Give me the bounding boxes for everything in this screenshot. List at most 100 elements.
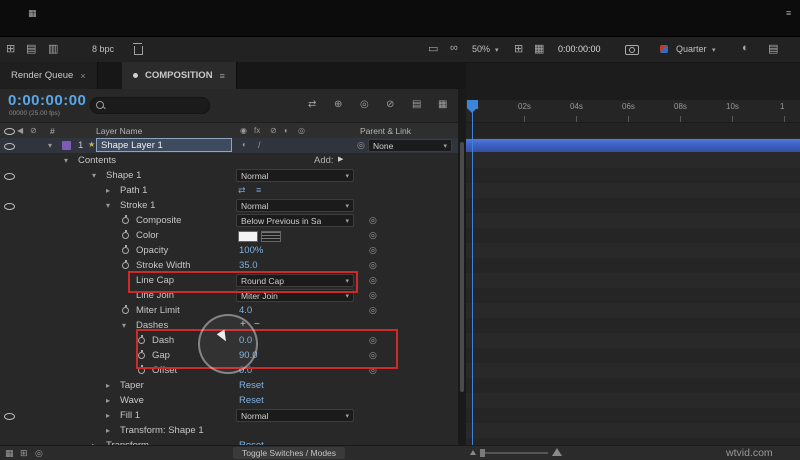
magnification-dropdown[interactable]: 50% xyxy=(472,44,490,54)
parent-link-column-header[interactable]: Parent & Link xyxy=(360,126,411,136)
layer-name-column-header[interactable]: Layer Name xyxy=(96,126,142,136)
color-swatch[interactable] xyxy=(238,231,258,242)
pickwhip-icon[interactable]: ◎ xyxy=(369,230,377,241)
exposure-icon[interactable]: ▤ xyxy=(768,42,778,55)
playhead-handle[interactable] xyxy=(467,100,478,108)
project-panel-icon[interactable]: ⊞ xyxy=(6,42,15,55)
quality-switch-icon[interactable]: / xyxy=(258,140,261,150)
composite-dropdown[interactable]: Below Previous in Sa ▾ xyxy=(236,214,354,227)
tab-render-queue[interactable]: Render Queue × xyxy=(0,62,98,89)
flowchart-icon[interactable]: ▤ xyxy=(26,42,36,55)
monitor-icon[interactable]: ▭ xyxy=(428,42,438,55)
reset-link[interactable]: Reset xyxy=(239,395,264,406)
pickwhip-icon[interactable]: ◎ xyxy=(369,215,377,226)
stereo-glasses-icon[interactable]: ∞ xyxy=(450,42,458,54)
zoom-out-icon[interactable] xyxy=(470,450,476,455)
stopwatch-icon[interactable] xyxy=(122,305,129,314)
eye-icon[interactable] xyxy=(4,173,15,180)
path-merge-icon[interactable]: ≡ xyxy=(256,185,261,195)
scrub-value[interactable]: 35.0 xyxy=(239,260,258,271)
composition-marker-icon[interactable]: ▦ xyxy=(5,448,14,459)
prop-label[interactable]: Wave xyxy=(120,395,144,406)
grid-guides-icon[interactable]: ⊞ xyxy=(514,42,523,55)
zoom-slider-handle[interactable] xyxy=(480,449,485,457)
blend-mode-dropdown[interactable]: Normal ▾ xyxy=(236,199,354,212)
twirl-right-icon[interactable]: ▸ xyxy=(106,411,110,420)
pickwhip-icon[interactable]: ◎ xyxy=(357,140,365,151)
prop-label[interactable]: Fill 1 xyxy=(120,410,140,421)
eye-icon[interactable] xyxy=(4,203,15,210)
stopwatch-icon[interactable] xyxy=(122,260,129,269)
transparency-grid-icon[interactable]: ◐ xyxy=(742,42,749,54)
twirl-down-icon[interactable]: ▾ xyxy=(106,201,110,210)
twirl-down-icon[interactable]: ▾ xyxy=(48,141,52,150)
scrub-value[interactable]: 4.0 xyxy=(239,305,252,316)
stopwatch-icon[interactable] xyxy=(122,215,129,224)
tab-composition[interactable]: COMPOSITION ≡ xyxy=(122,62,237,89)
snapshot-camera-icon[interactable] xyxy=(625,45,639,55)
prop-label[interactable]: Transform: Shape 1 xyxy=(120,425,204,436)
close-icon[interactable]: × xyxy=(80,71,85,81)
twirl-down-icon[interactable]: ▾ xyxy=(122,321,126,330)
prop-label[interactable]: Miter Limit xyxy=(136,305,180,316)
search-input[interactable] xyxy=(90,97,210,114)
layer-name-box[interactable]: Shape Layer 1 xyxy=(96,138,232,152)
prop-label[interactable]: Shape 1 xyxy=(106,170,141,181)
resolution-dropdown[interactable]: Quarter xyxy=(676,44,707,54)
prop-label[interactable]: Contents xyxy=(78,155,116,166)
scrub-value[interactable]: 100% xyxy=(239,245,263,256)
collapse-transform-icon[interactable]: ◐ xyxy=(242,140,247,149)
time-ruler[interactable]: 0s 02s 04s 06s 08s 10s 1 xyxy=(466,100,800,123)
zoom-in-icon[interactable] xyxy=(552,448,562,456)
delete-icon[interactable] xyxy=(133,43,143,55)
twirl-right-icon[interactable]: ▸ xyxy=(106,381,110,390)
stopwatch-icon[interactable] xyxy=(122,245,129,254)
current-time-display[interactable]: 0:00:00:00 xyxy=(8,92,86,109)
draft-3d-icon[interactable]: ⊕ xyxy=(334,99,342,110)
toggle-switches-modes-button[interactable]: Toggle Switches / Modes xyxy=(233,447,346,459)
motion-blur-icon[interactable]: ▤ xyxy=(412,99,421,110)
prop-label[interactable]: Color xyxy=(136,230,159,241)
pickwhip-icon[interactable]: ◎ xyxy=(369,305,377,316)
twirl-right-icon[interactable]: ▸ xyxy=(106,396,110,405)
twirl-right-icon[interactable]: ▸ xyxy=(106,186,110,195)
prop-label[interactable]: Opacity xyxy=(136,245,168,256)
toolbar-timecode[interactable]: 0:00:00:00 xyxy=(558,44,601,54)
bit-depth-label[interactable]: 8 bpc xyxy=(92,44,114,54)
render-settings-icon[interactable]: ◎ xyxy=(35,448,43,459)
twirl-down-icon[interactable]: ▾ xyxy=(92,171,96,180)
prop-label[interactable]: Composite xyxy=(136,215,181,226)
blend-mode-dropdown[interactable]: Normal ▾ xyxy=(236,169,354,182)
prop-label[interactable]: Stroke 1 xyxy=(120,200,155,211)
prop-label[interactable]: Taper xyxy=(120,380,144,391)
timeline-zoom-slider[interactable] xyxy=(482,452,548,454)
layer-duration-bar[interactable] xyxy=(466,139,800,152)
window-options-icon[interactable]: ≡ xyxy=(786,8,791,18)
fast-preview-icon[interactable] xyxy=(660,45,668,53)
vertical-scrollbar[interactable] xyxy=(460,142,464,392)
interpret-footage-icon[interactable]: ▥ xyxy=(48,42,58,55)
parent-dropdown[interactable]: None ▾ xyxy=(368,139,452,152)
frame-blend-icon[interactable]: ⊘ xyxy=(386,99,394,110)
expand-icon[interactable]: ⊞ xyxy=(20,448,28,459)
path-direction-icon[interactable]: ⇄ xyxy=(238,185,246,196)
eye-icon[interactable] xyxy=(4,143,15,150)
blend-mode-dropdown[interactable]: Normal ▾ xyxy=(236,409,354,422)
eye-icon[interactable] xyxy=(4,413,15,420)
pickwhip-icon[interactable]: ◎ xyxy=(369,260,377,271)
timeline-rows-area[interactable] xyxy=(466,153,800,445)
layer-row[interactable]: ▾ 1 ★ Shape Layer 1 ◐ / ◎ None ▾ xyxy=(0,138,458,153)
add-menu-icon[interactable]: ▶ xyxy=(338,155,343,163)
prop-label[interactable]: Stroke Width xyxy=(136,260,190,271)
shy-layers-icon[interactable]: ◎ xyxy=(360,99,369,110)
layer-color-label[interactable] xyxy=(62,141,71,150)
composition-mini-flow-icon[interactable]: ⇄ xyxy=(308,99,316,110)
pickwhip-icon[interactable]: ◎ xyxy=(369,245,377,256)
pickwhip-icon[interactable]: ◎ xyxy=(369,275,377,286)
twirl-right-icon[interactable]: ▸ xyxy=(106,426,110,435)
prop-label[interactable]: Path 1 xyxy=(120,185,147,196)
app-menu-icon[interactable]: ▦ xyxy=(28,8,37,19)
twirl-down-icon[interactable]: ▾ xyxy=(64,156,68,165)
graph-editor-icon[interactable]: ▦ xyxy=(438,99,447,110)
color-edit-icon[interactable] xyxy=(261,231,281,242)
